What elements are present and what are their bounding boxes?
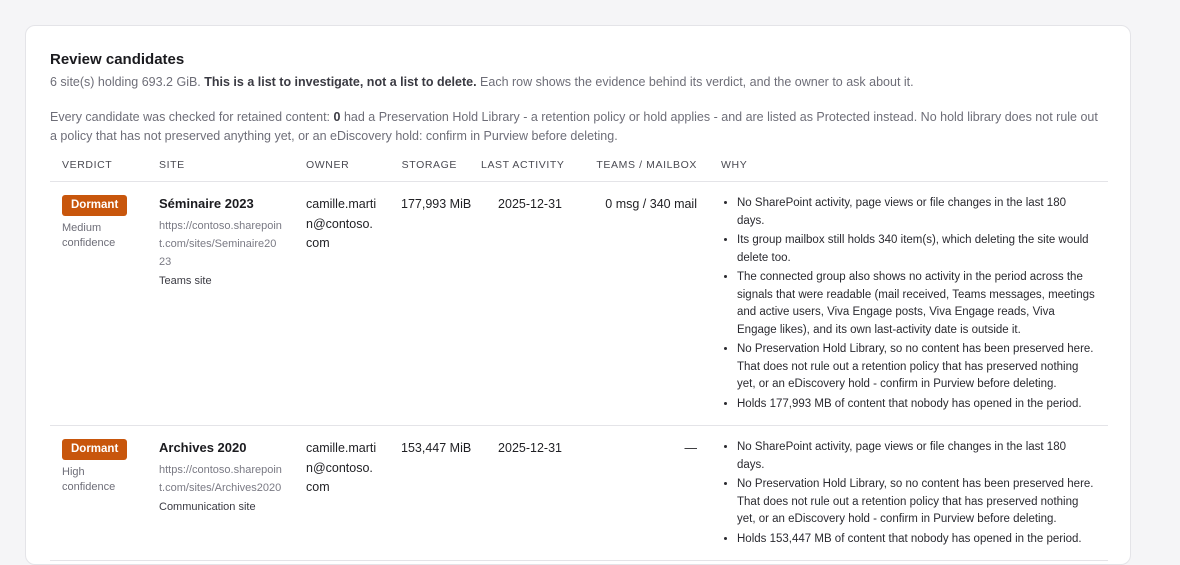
why-list: No SharePoint activity, page views or fi… <box>721 195 1096 413</box>
storage-value: 153,447 MiB <box>389 425 471 561</box>
summary-description: Each row shows the evidence behind its v… <box>480 75 914 89</box>
table-row: Dormant Medium confidence Séminaire 2023… <box>50 181 1108 426</box>
why-item: No SharePoint activity, page views or fi… <box>737 195 1096 230</box>
retention-note: Every candidate was checked for retained… <box>50 108 1108 145</box>
why-item: No SharePoint activity, page views or fi… <box>737 439 1096 474</box>
why-item: Holds 177,993 MB of content that nobody … <box>737 396 1096 414</box>
header-owner[interactable]: OWNER <box>294 159 389 182</box>
card-content: Review candidates 6 site(s) holding 693.… <box>50 50 1108 561</box>
note-prefix: Every candidate was checked for retained… <box>50 110 331 124</box>
panel-summary: 6 site(s) holding 693.2 GiB. This is a l… <box>50 73 1108 91</box>
table-header-row: VERDICT SITE OWNER STORAGE LAST ACTIVITY… <box>50 159 1108 182</box>
why-item: No Preservation Hold Library, so no cont… <box>737 476 1096 529</box>
site-type: Communication site <box>159 500 256 513</box>
site-cell: Archives 2020 https://contoso.sharepoint… <box>147 425 294 561</box>
why-item: No Preservation Hold Library, so no cont… <box>737 341 1096 394</box>
header-verdict[interactable]: VERDICT <box>50 159 147 182</box>
confidence-label: High confidence <box>62 466 116 493</box>
site-name: Archives 2020 <box>159 440 247 455</box>
header-why[interactable]: WHY <box>709 159 1108 182</box>
last-activity-value: 2025-12-31 <box>469 425 574 561</box>
owner-email: camille.martin@contoso.com <box>294 425 389 561</box>
header-teams-mailbox[interactable]: TEAMS / MAILBOX <box>574 159 709 182</box>
site-url-link[interactable]: https://contoso.sharepoint.com/sites/Arc… <box>159 461 282 497</box>
owner-email: camille.martin@contoso.com <box>294 181 389 426</box>
site-cell: Séminaire 2023 https://contoso.sharepoin… <box>147 181 294 426</box>
header-last-activity[interactable]: LAST ACTIVITY <box>469 159 574 182</box>
why-item: The connected group also shows no activi… <box>737 269 1096 339</box>
verdict-cell: Dormant High confidence <box>50 425 147 561</box>
last-activity-value: 2025-12-31 <box>469 181 574 426</box>
verdict-badge: Dormant <box>62 195 128 216</box>
why-cell: No SharePoint activity, page views or fi… <box>709 181 1108 426</box>
summary-warning: This is a list to investigate, not a lis… <box>204 75 477 89</box>
why-list: No SharePoint activity, page views or fi… <box>721 439 1096 548</box>
panel-title: Review candidates <box>50 51 185 68</box>
teams-mailbox-value: 0 msg / 340 mail <box>574 181 709 426</box>
why-item: Its group mailbox still holds 340 item(s… <box>737 232 1096 267</box>
table-row: Dormant High confidence Archives 2020 ht… <box>50 425 1108 561</box>
why-item: Holds 153,447 MB of content that nobody … <box>737 531 1096 549</box>
note-count: 0 <box>333 110 341 124</box>
verdict-badge: Dormant <box>62 439 128 460</box>
confidence-label: Medium confidence <box>62 222 116 249</box>
site-url-link[interactable]: https://contoso.sharepoint.com/sites/Sem… <box>159 217 282 271</box>
why-cell: No SharePoint activity, page views or fi… <box>709 425 1108 561</box>
header-site[interactable]: SITE <box>147 159 294 182</box>
site-name: Séminaire 2023 <box>159 196 254 211</box>
teams-mailbox-value: — <box>574 425 709 561</box>
review-candidates-card: Review candidates 6 site(s) holding 693.… <box>25 25 1131 565</box>
site-type: Teams site <box>159 274 212 287</box>
verdict-cell: Dormant Medium confidence <box>50 181 147 426</box>
candidates-table: VERDICT SITE OWNER STORAGE LAST ACTIVITY… <box>50 159 1108 561</box>
storage-value: 177,993 MiB <box>389 181 471 426</box>
header-storage[interactable]: STORAGE <box>389 159 469 182</box>
summary-count: 6 site(s) holding 693.2 GiB. <box>50 75 201 89</box>
